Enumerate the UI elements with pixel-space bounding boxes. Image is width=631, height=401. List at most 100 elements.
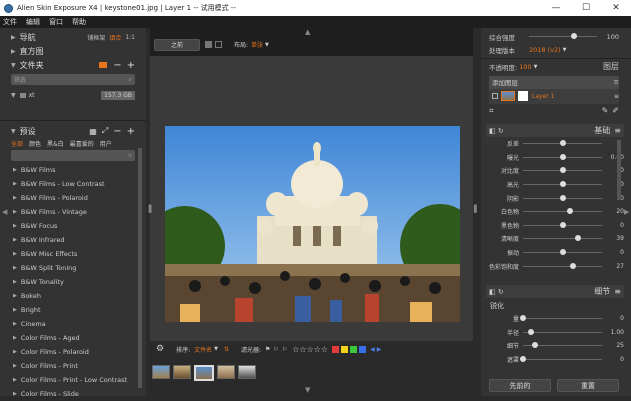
- preset-item[interactable]: ▶ Color Films - Slide: [11, 387, 135, 401]
- preset-item[interactable]: ▶ Cinema: [11, 317, 135, 331]
- slider-knob[interactable]: [520, 315, 526, 322]
- slider-track[interactable]: [520, 356, 602, 363]
- slider-knob[interactable]: [567, 208, 574, 215]
- color-filter-red[interactable]: [332, 345, 340, 353]
- color-filter-blue[interactable]: [359, 345, 367, 353]
- reject-flag-icon[interactable]: ⚐: [273, 346, 278, 353]
- slider-row[interactable]: 遮罩 0: [486, 353, 624, 367]
- top-collapse-arrow-icon[interactable]: ▲: [305, 28, 310, 36]
- preset-item[interactable]: ▶ Color Films - Print - Low Contrast: [11, 373, 135, 387]
- slider-row[interactable]: 阴影 0: [486, 191, 624, 205]
- preset-item[interactable]: ▶ B&W Films - Vintage: [11, 205, 135, 219]
- reset-button[interactable]: 重置: [557, 379, 619, 392]
- slider-knob[interactable]: [574, 235, 581, 242]
- preset-item[interactable]: ▶ Color Films - Print: [11, 359, 135, 373]
- thumbnail[interactable]: [173, 365, 191, 379]
- fill-option[interactable]: 填合: [109, 33, 121, 42]
- right-scrollbar[interactable]: [617, 140, 621, 200]
- left-scrollbar[interactable]: [138, 148, 142, 388]
- sort-dropdown[interactable]: 文件名: [194, 345, 212, 354]
- overall-strength-slider[interactable]: [529, 33, 597, 40]
- preset-item[interactable]: ▶ B&W Focus: [11, 219, 135, 233]
- add-layer-button[interactable]: 添加图层: [492, 77, 614, 87]
- add-folder-icon[interactable]: +: [127, 60, 135, 71]
- add-preset-icon[interactable]: +: [127, 126, 135, 137]
- crop-icon[interactable]: ⌗: [489, 106, 602, 116]
- minimize-button[interactable]: —: [541, 0, 571, 16]
- add-layer-row[interactable]: 添加图层 ≡: [489, 75, 619, 89]
- opacity-value[interactable]: 100: [519, 63, 531, 71]
- remove-folder-icon[interactable]: −: [113, 60, 121, 71]
- slider-row[interactable]: 高光 0: [486, 178, 624, 192]
- star-rating-filter[interactable]: ☆☆☆☆☆: [292, 345, 328, 354]
- slider-knob[interactable]: [527, 328, 534, 335]
- gear-icon[interactable]: ⚙: [156, 344, 164, 354]
- slider-knob[interactable]: [559, 249, 566, 256]
- slider-knob[interactable]: [559, 194, 566, 201]
- preset-search-input[interactable]: ⌕: [11, 150, 135, 161]
- preset-item[interactable]: ▶ Color Films - Aged: [11, 331, 135, 345]
- opacity-row[interactable]: 不透明度: 100 ▼ 图层: [489, 60, 619, 74]
- thumbnail[interactable]: [238, 365, 256, 379]
- brush-icon[interactable]: ✎: [602, 106, 609, 115]
- preset-item[interactable]: ▶ B&W Tonality: [11, 275, 135, 289]
- thumbnail[interactable]: [152, 365, 170, 379]
- preset-item[interactable]: ▶ Color Films - Polaroid: [11, 345, 135, 359]
- folder-icon[interactable]: [99, 62, 108, 68]
- previous-button[interactable]: 先前的: [489, 379, 551, 392]
- preset-item[interactable]: ▶ B&W Films - Polaroid: [11, 191, 135, 205]
- layer-menu-icon[interactable]: ≡: [614, 78, 619, 86]
- slider-track[interactable]: [523, 140, 602, 147]
- slider-track[interactable]: [523, 167, 602, 174]
- layout-dropdown[interactable]: 单张: [251, 40, 263, 49]
- navigator-section[interactable]: ▶ 导航 铺框架 填合 1:1: [11, 30, 135, 44]
- slider-row[interactable]: 对比度 0: [486, 164, 624, 178]
- panel-toggle-icon[interactable]: ◧ ↻: [489, 288, 504, 296]
- slider-knob[interactable]: [520, 356, 526, 363]
- bottom-collapse-arrow-icon[interactable]: ▼: [305, 386, 310, 394]
- maximize-button[interactable]: ☐: [571, 0, 601, 16]
- preset-item[interactable]: ▶ Bokeh: [11, 289, 135, 303]
- slider-row[interactable]: 黑色物 0: [486, 219, 624, 233]
- layer-mask-thumbnail[interactable]: [518, 91, 528, 102]
- tab-favorites[interactable]: 最喜爱的: [70, 139, 94, 148]
- layer-row[interactable]: Layer 1 ≡: [489, 88, 619, 104]
- slider-track[interactable]: [520, 315, 602, 322]
- presets-section[interactable]: ▼ 预设 ▦ ⤢ − +: [11, 124, 135, 138]
- prev-arrow-icon[interactable]: ◀: [370, 346, 375, 353]
- paint-icon[interactable]: ✐: [612, 106, 619, 115]
- left-collapse-arrow-icon[interactable]: ◀: [2, 208, 7, 216]
- preset-item[interactable]: ▶ B&W Films - Low Contrast: [11, 177, 135, 191]
- slider-row[interactable]: 振动 0: [486, 246, 624, 260]
- slider-row[interactable]: 细节 25: [486, 339, 624, 353]
- before-button[interactable]: 之前: [154, 38, 200, 51]
- panel-divider-handle[interactable]: ▐: [146, 205, 151, 213]
- slider-track[interactable]: [523, 262, 602, 269]
- menu-edit[interactable]: 编辑: [26, 17, 40, 27]
- slider-track[interactable]: [523, 328, 602, 335]
- split-view-icon[interactable]: [205, 41, 212, 48]
- layer-menu-icon[interactable]: ≡: [614, 93, 619, 100]
- slider-knob[interactable]: [559, 140, 566, 147]
- menu-help[interactable]: 帮助: [72, 17, 86, 27]
- drive-row[interactable]: ▼ xt 157.3 GB: [11, 88, 135, 102]
- slider-row[interactable]: 反差: [486, 137, 624, 151]
- slider-track[interactable]: [523, 181, 602, 188]
- preset-item[interactable]: ▶ B&W Infrared: [11, 233, 135, 247]
- thumbnail[interactable]: [217, 365, 235, 379]
- slider-track[interactable]: [523, 208, 602, 215]
- remove-preset-icon[interactable]: −: [113, 126, 121, 137]
- slider-row[interactable]: 半径 1.00: [486, 326, 624, 340]
- fit-option[interactable]: 铺框架: [87, 33, 105, 42]
- slider-row[interactable]: 色彩饱和度 27: [486, 259, 624, 273]
- folders-section[interactable]: ▼ 文件夹 − +: [11, 58, 135, 72]
- detail-header[interactable]: ◧ ↻ 细节 ≡: [486, 285, 624, 298]
- sort-direction-icon[interactable]: ⇅: [224, 346, 229, 353]
- folder-filter-input[interactable]: 筛选 ⌕: [11, 74, 135, 85]
- slider-knob[interactable]: [531, 342, 538, 349]
- panel-menu-icon[interactable]: ≡: [614, 126, 621, 135]
- slider-knob[interactable]: [559, 153, 566, 160]
- grid-view-icon[interactable]: ▦: [89, 127, 97, 136]
- slider-knob[interactable]: [571, 33, 578, 40]
- next-arrow-icon[interactable]: ▶: [377, 346, 382, 353]
